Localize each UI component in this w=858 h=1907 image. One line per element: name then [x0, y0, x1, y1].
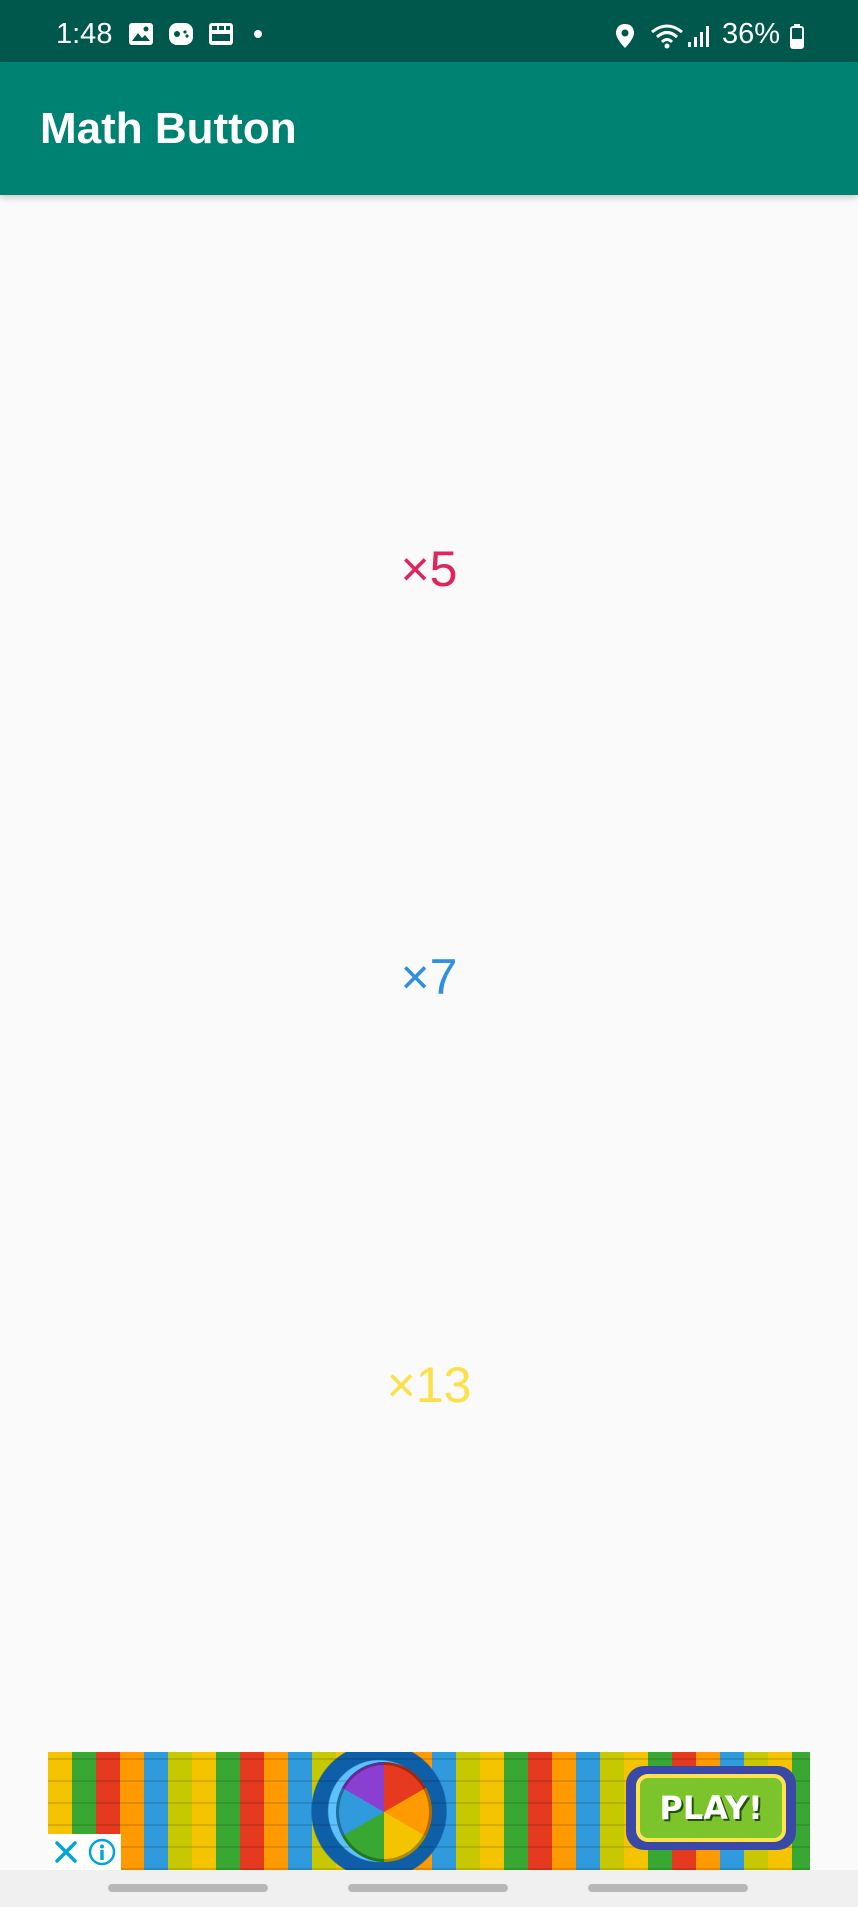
info-icon[interactable] — [88, 1838, 116, 1866]
location-icon — [614, 23, 640, 48]
game-controller-icon — [168, 22, 194, 46]
ad-ball-graphic — [336, 1762, 432, 1862]
calendar-app-icon — [208, 22, 234, 46]
times-13-button[interactable]: ×13 — [0, 1356, 858, 1414]
times-7-button[interactable]: ×7 — [0, 948, 858, 1006]
times-5-button[interactable]: ×5 — [0, 540, 858, 598]
notification-dot-icon — [254, 30, 262, 38]
notification-icons — [128, 22, 262, 46]
app-title: Math Button — [40, 104, 297, 153]
battery-icon — [790, 23, 804, 49]
navigation-bar — [0, 1870, 858, 1907]
system-icons: 36% — [614, 18, 804, 51]
nav-recent-pill[interactable] — [108, 1884, 268, 1892]
nav-back-pill[interactable] — [588, 1884, 748, 1892]
app-bar: Math Button — [0, 62, 858, 195]
battery-percent: 36% — [721, 18, 780, 50]
status-bar: 1:48 36% — [0, 0, 858, 62]
signal-icon — [686, 23, 712, 47]
wifi-icon — [650, 23, 683, 48]
status-time: 1:48 — [56, 18, 113, 50]
ad-controls — [48, 1834, 121, 1870]
gallery-icon — [128, 22, 154, 46]
nav-home-pill[interactable] — [348, 1884, 508, 1892]
close-icon[interactable] — [53, 1839, 79, 1865]
ad-play-button[interactable]: PLAY! — [626, 1766, 796, 1850]
ad-banner[interactable]: PLAY! — [48, 1752, 810, 1870]
ad-play-label: PLAY! — [636, 1774, 786, 1842]
